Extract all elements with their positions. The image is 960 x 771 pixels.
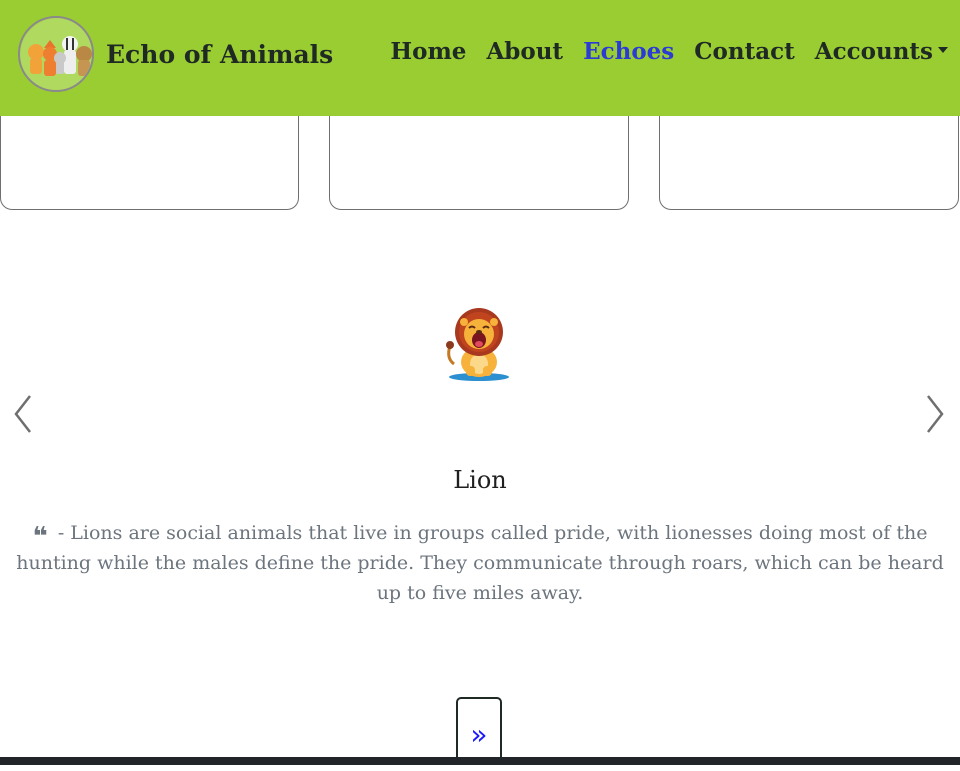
carousel-next-button[interactable] [920, 392, 950, 436]
animal-group-logo [18, 16, 94, 92]
nav-about[interactable]: About [486, 38, 563, 65]
animal-title: Lion [453, 466, 507, 494]
lion-icon [444, 302, 514, 382]
nav-accounts-dropdown[interactable]: Accounts [815, 38, 948, 65]
animal-quote: ❝ - Lions are social animals that live i… [10, 518, 950, 608]
nav-home[interactable]: Home [390, 38, 466, 65]
brand-name[interactable]: Echo of Animals [106, 40, 333, 69]
quote-text: Lions are social animals that live in gr… [16, 522, 944, 604]
animal-carousel: Lion ❝ - Lions are social animals that l… [0, 280, 960, 604]
quote-dash: - [57, 522, 71, 544]
chevron-left-icon [14, 395, 31, 433]
nav-contact[interactable]: Contact [694, 38, 795, 65]
carousel-prev-button[interactable] [8, 392, 38, 436]
nav-accounts-label: Accounts [814, 38, 933, 65]
brand[interactable]: Echo of Animals [18, 16, 333, 92]
navbar: Echo of Animals Home About Echoes Contac… [0, 0, 960, 116]
chevron-right-icon [927, 395, 944, 433]
footer-bar [0, 757, 960, 765]
next-page-button[interactable]: » [456, 697, 502, 765]
nav-echoes[interactable]: Echoes [583, 38, 674, 65]
caret-down-icon [938, 47, 948, 53]
nav-links: Home About Echoes Contact Accounts [370, 38, 948, 65]
quote-left-icon: ❝ [32, 522, 48, 552]
